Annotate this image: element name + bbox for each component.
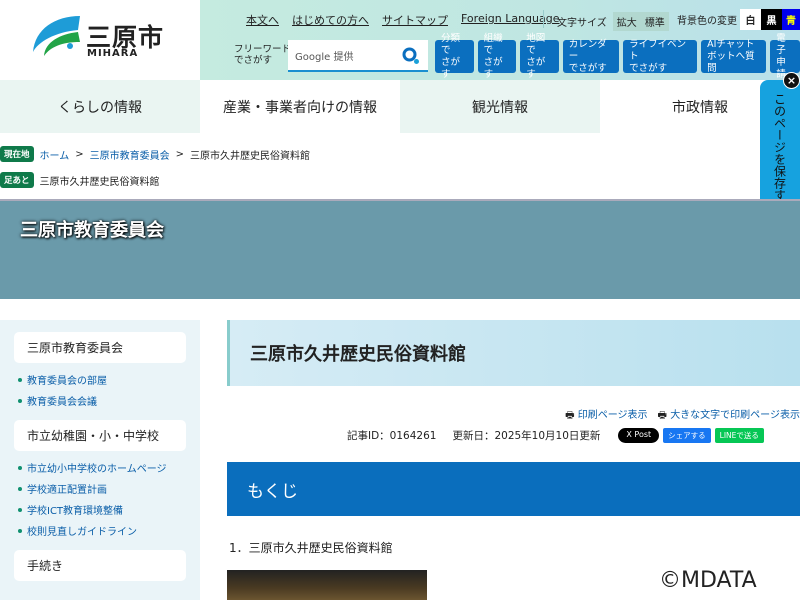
footprint: 足あと 三原市久井歴史民俗資料館 xyxy=(0,172,160,188)
search-input[interactable]: Google 提供 xyxy=(288,40,428,72)
search-icon[interactable] xyxy=(402,47,420,65)
sidebar: 三原市教育委員会 教育委員会の部屋 教育委員会会議 市立幼稚園・小・中学校 市立… xyxy=(0,320,200,600)
printer-icon: 🖶 xyxy=(657,410,667,421)
bg-blue-button[interactable]: 青 xyxy=(782,9,800,30)
logo-romaji: MIHARA xyxy=(87,48,139,59)
sidebar-heading[interactable]: 手続き xyxy=(14,550,186,581)
sidebar-link[interactable]: 学校適正配置計画 xyxy=(27,481,107,496)
printer-icon: 🖶 xyxy=(565,410,575,421)
facebook-share-button[interactable]: シェアする xyxy=(663,428,711,443)
sidebar-link[interactable]: 教育委員会の部屋 xyxy=(27,372,107,387)
breadcrumb-board-of-education[interactable]: 三原市教育委員会 xyxy=(90,147,170,162)
nav-tourism[interactable]: 観光情報 xyxy=(400,80,600,133)
divider xyxy=(543,10,544,28)
nav-living[interactable]: くらしの情報 xyxy=(0,80,200,133)
print-link[interactable]: 印刷ページ表示 xyxy=(578,410,648,421)
search-by-calendar-button[interactable]: カレンダー でさがす xyxy=(562,39,620,74)
skip-to-content-link[interactable]: 本文へ xyxy=(246,12,279,28)
breadcrumb-current: 三原市久井歴史民俗資料館 xyxy=(190,150,310,162)
main-content: 三原市久井歴史民俗資料館 🖶 印刷ページ表示 🖶 大きな文字で印刷ページ表示 記… xyxy=(227,320,800,600)
breadcrumb: 現在地 ホーム > 三原市教育委員会 > 三原市久井歴史民俗資料館 xyxy=(0,146,310,162)
mihara-logo-icon xyxy=(33,16,80,56)
site-logo[interactable]: 三原市 MIHARA xyxy=(0,0,200,80)
font-standard-button[interactable]: 標準 xyxy=(645,14,665,29)
font-size-label: 文字サイズ xyxy=(557,18,607,29)
watermark: ©MDATA xyxy=(659,568,757,593)
nav-business[interactable]: 産業・事業者向けの情報 xyxy=(200,80,400,133)
first-time-link[interactable]: はじめての方へ xyxy=(292,12,369,28)
sitemap-link[interactable]: サイトマップ xyxy=(382,12,448,28)
e-application-button[interactable]: 電子 申請 xyxy=(770,33,800,80)
footprint-current[interactable]: 三原市久井歴史民俗資料館 xyxy=(40,173,160,188)
header: 三原市 MIHARA 本文へ はじめての方へ サイトマップ Foreign La… xyxy=(0,0,800,80)
category-banner: 三原市教育委員会 xyxy=(0,199,800,299)
line-share-button[interactable]: LINEで送る xyxy=(714,428,764,443)
article-id: 記事ID：0164261 xyxy=(347,430,437,442)
breadcrumb-home[interactable]: ホーム xyxy=(40,147,70,162)
sidebar-link[interactable]: 教育委員会会議 xyxy=(27,393,97,408)
search-by-life-event-button[interactable]: ライフイベント でさがす xyxy=(623,39,698,74)
search-by-map-button[interactable]: 地図で さがす xyxy=(520,33,559,80)
bg-black-button[interactable]: 黒 xyxy=(761,9,782,30)
sidebar-link[interactable]: 市立幼小中学校のホームページ xyxy=(27,460,167,475)
print-large-link[interactable]: 大きな文字で印刷ページ表示 xyxy=(670,410,800,421)
search-by-organization-button[interactable]: 組織で さがす xyxy=(477,33,517,80)
x-post-button[interactable]: X Post xyxy=(618,428,660,443)
bg-white-button[interactable]: 白 xyxy=(740,9,761,30)
bg-color-label: 背景色の変更 xyxy=(677,16,737,27)
sidebar-heading[interactable]: 三原市教育委員会 xyxy=(14,332,186,363)
sidebar-heading[interactable]: 市立幼稚園・小・中学校 xyxy=(14,420,186,451)
museum-photo xyxy=(227,570,427,600)
ai-chatbot-button[interactable]: AIチャット ボットへ質問 xyxy=(701,39,767,74)
foreign-language-link[interactable]: Foreign Language xyxy=(461,12,560,28)
footprint-tag: 足あと xyxy=(0,172,34,188)
global-nav: くらしの情報 産業・事業者向けの情報 観光情報 市政情報 xyxy=(0,80,800,133)
search-by-category-button[interactable]: 分類で さがす xyxy=(435,33,474,80)
section-heading: 1．三原市久井歴史民俗資料館 xyxy=(229,541,393,555)
toc-heading: もくじ xyxy=(227,462,800,516)
sidebar-link[interactable]: 学校ICT教育環境整備 xyxy=(27,502,123,517)
banner-title: 三原市教育委員会 xyxy=(20,220,164,241)
page-title: 三原市久井歴史民俗資料館 xyxy=(227,320,800,386)
close-icon[interactable]: × xyxy=(783,72,800,89)
font-enlarge-button[interactable]: 拡大 xyxy=(617,14,637,29)
search-label: フリーワード でさがす xyxy=(234,44,292,66)
sidebar-link[interactable]: 校則見直しガイドライン xyxy=(27,523,137,538)
updated-date: 更新日：2025年10月10日更新 xyxy=(452,430,601,442)
current-location-tag: 現在地 xyxy=(0,146,34,162)
